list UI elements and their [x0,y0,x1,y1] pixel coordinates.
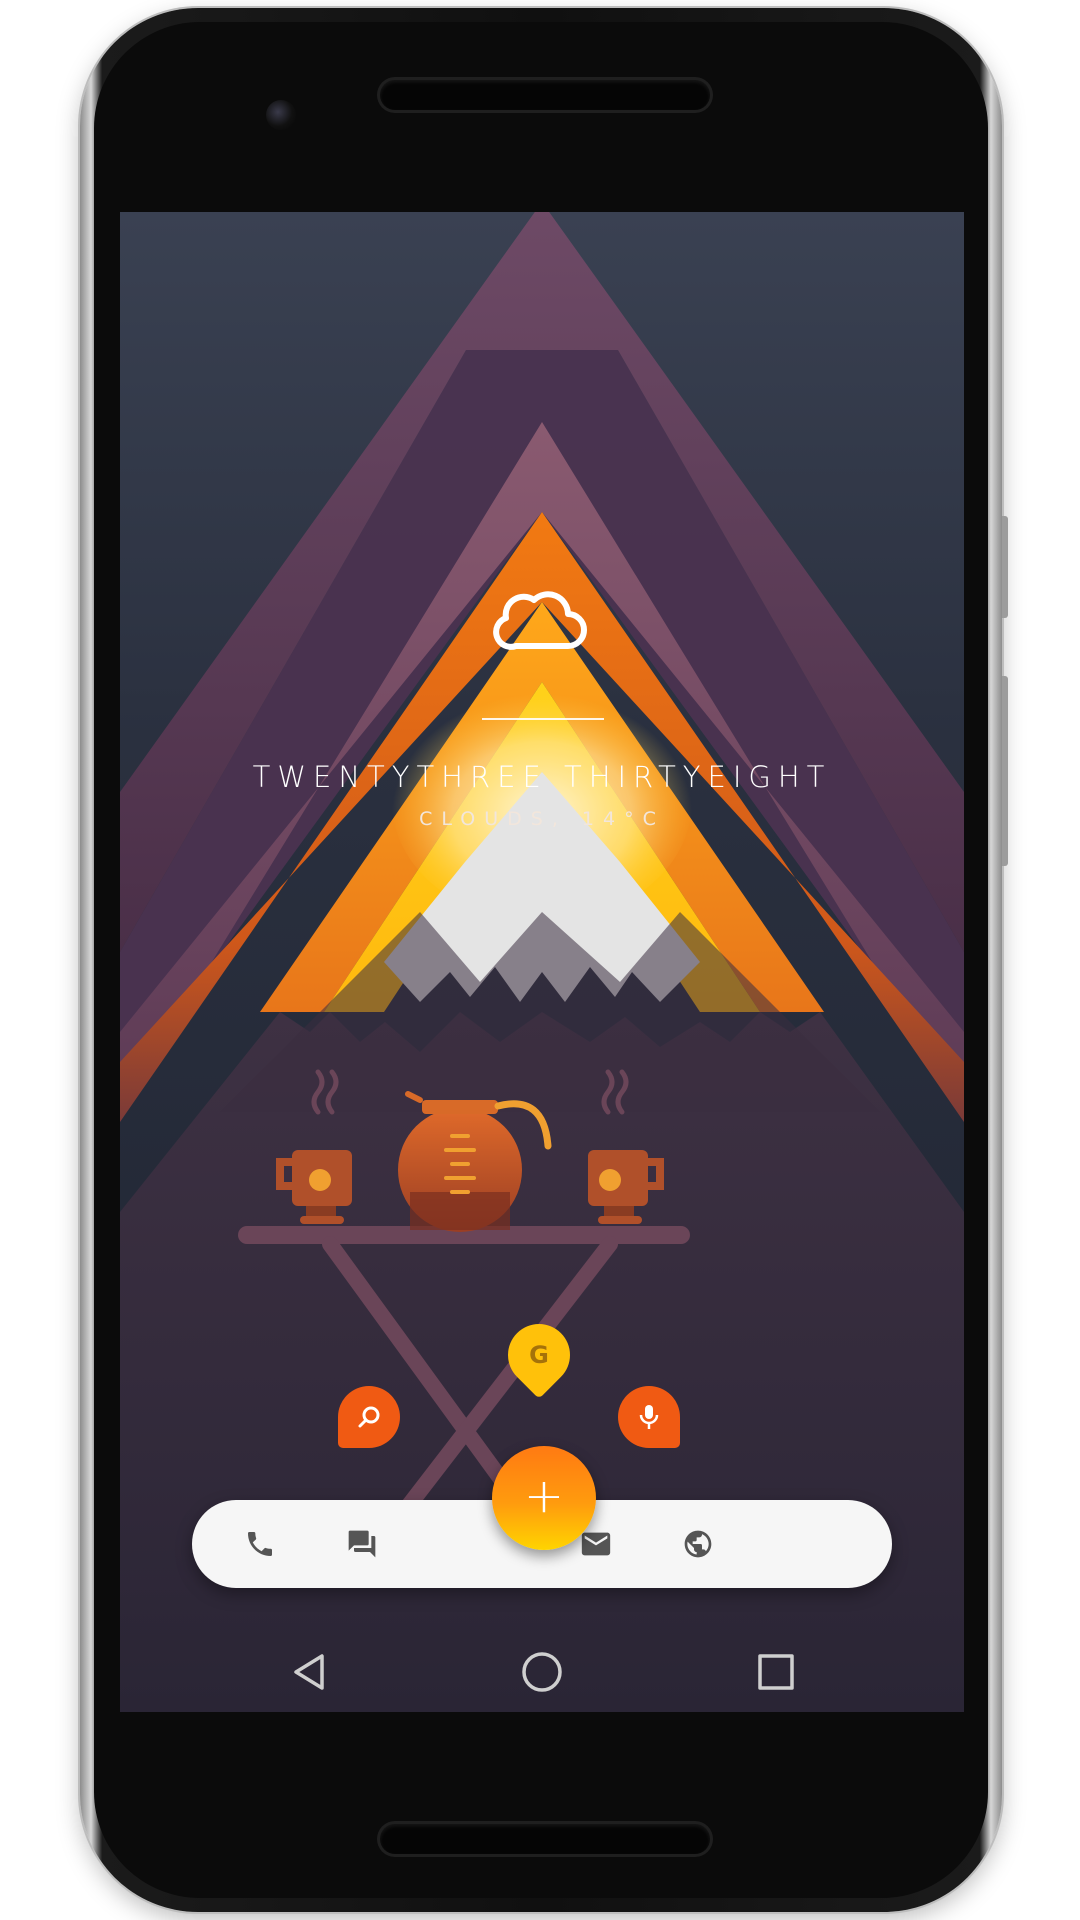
recents-button[interactable] [748,1644,804,1700]
bottom-speaker [380,1824,710,1854]
back-button[interactable] [282,1644,338,1700]
volume-button [1002,676,1008,866]
search-icon [358,1406,380,1428]
home-icon [522,1652,562,1692]
weather-text: CLOUDS, 14°C [419,808,665,830]
power-button [1002,516,1008,618]
chat-icon [348,1530,376,1558]
back-icon [294,1654,324,1690]
phone-app-button[interactable] [240,1524,280,1564]
google-letter: G [529,1341,549,1369]
add-fab-button[interactable]: + [492,1446,596,1550]
voice-bubble-button[interactable] [618,1386,680,1448]
google-bubble-button[interactable]: G [495,1311,583,1399]
front-camera [266,100,296,130]
plus-icon: + [523,1468,565,1524]
search-bubble-button[interactable] [338,1386,400,1448]
phone-icon [248,1532,272,1556]
browser-app-button[interactable] [678,1524,718,1564]
mic-icon [639,1405,659,1429]
navigation-bar [120,1632,964,1712]
widget-divider [482,718,604,720]
recents-icon [758,1654,794,1690]
top-speaker [380,80,710,110]
home-button[interactable] [514,1644,570,1700]
cloud-icon [493,591,587,650]
messages-app-button[interactable] [342,1524,382,1564]
mail-icon [581,1532,611,1556]
clock-text: TWENTYTHREE THIRTYEIGHT [252,760,832,794]
globe-icon [684,1530,712,1558]
home-screen: TWENTYTHREE THIRTYEIGHT CLOUDS, 14°C G + [120,212,964,1712]
